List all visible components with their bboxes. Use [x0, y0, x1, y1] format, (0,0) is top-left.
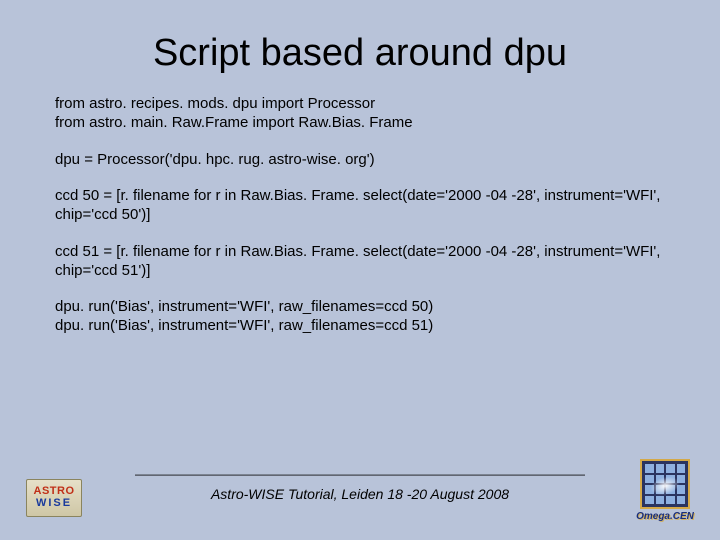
logo-surface: ASTRO WISE	[26, 479, 82, 517]
code-block-5: dpu. run('Bias', instrument='WFI', raw_f…	[55, 298, 665, 336]
logo-wise-text: WISE	[36, 498, 72, 510]
code-block-2: dpu = Processor('dpu. hpc. rug. astro-wi…	[55, 151, 665, 170]
footer-text: Astro-WISE Tutorial, Leiden 18 -20 Augus…	[0, 486, 720, 502]
code-line: dpu. run('Bias', instrument='WFI', raw_f…	[55, 298, 433, 315]
slide-title: Script based around dpu	[0, 0, 720, 95]
slide-body: from astro. recipes. mods. dpu import Pr…	[0, 95, 720, 336]
code-line: from astro. main. Raw.Frame import Raw.B…	[55, 114, 413, 131]
omegacen-label: Omega.CEN	[632, 511, 698, 522]
code-block-3: ccd 50 = [r. filename for r in Raw.Bias.…	[55, 187, 665, 225]
code-line: dpu. run('Bias', instrument='WFI', raw_f…	[55, 317, 433, 334]
omegacen-logo: Omega.CEN	[632, 459, 698, 522]
footer-divider	[135, 474, 585, 476]
code-line: from astro. recipes. mods. dpu import Pr…	[55, 95, 375, 112]
astro-wise-logo: ASTRO WISE	[24, 478, 84, 518]
code-line: ccd 50 = [r. filename for r in Raw.Bias.…	[55, 187, 660, 223]
code-block-4: ccd 51 = [r. filename for r in Raw.Bias.…	[55, 243, 665, 281]
code-block-1: from astro. recipes. mods. dpu import Pr…	[55, 95, 665, 133]
code-line: dpu = Processor('dpu. hpc. rug. astro-wi…	[55, 151, 375, 168]
omegacen-grid-icon	[640, 459, 690, 509]
slide: Script based around dpu from astro. reci…	[0, 0, 720, 540]
code-line: ccd 51 = [r. filename for r in Raw.Bias.…	[55, 243, 660, 279]
